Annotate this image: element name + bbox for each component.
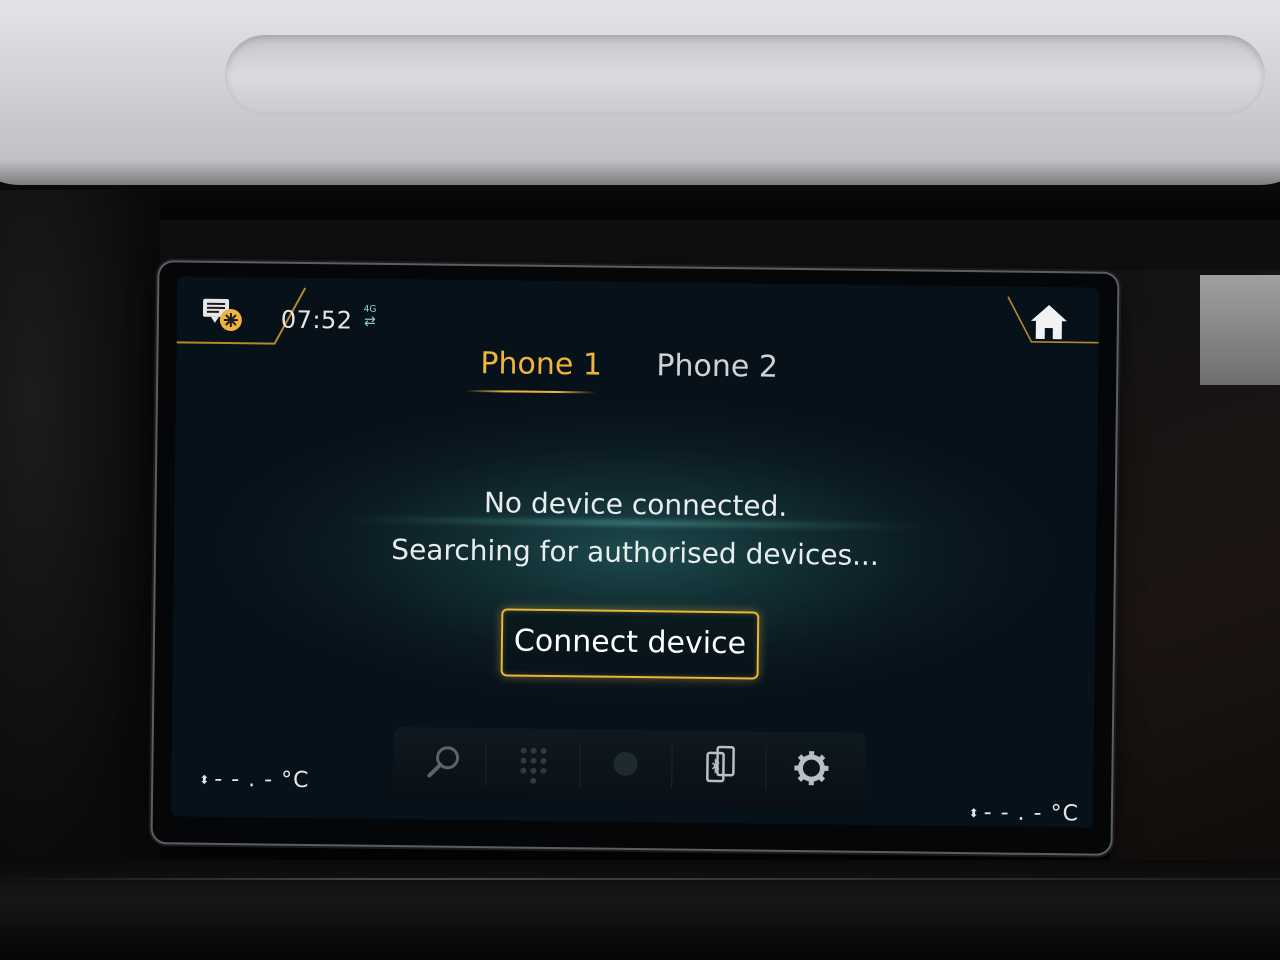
dashboard-lower-edge bbox=[0, 878, 1280, 880]
dashboard-shadow bbox=[0, 160, 1280, 220]
phone-tabs: Phone 1 Phone 2 bbox=[466, 344, 797, 398]
left-temperature[interactable]: ⬍ - - . - °C bbox=[199, 766, 310, 794]
dock-separator bbox=[579, 743, 581, 788]
dock-separator bbox=[671, 744, 673, 789]
interior-left bbox=[0, 190, 160, 890]
side-window bbox=[1200, 275, 1280, 385]
dashboard-trim-recess bbox=[225, 35, 1265, 115]
tab-phone-1[interactable]: Phone 1 bbox=[480, 344, 602, 385]
dashboard-lower bbox=[0, 860, 1280, 960]
temp-adjust-icon: ⬍ bbox=[199, 772, 211, 787]
tab-phone-2[interactable]: Phone 2 bbox=[656, 346, 778, 387]
contacts-icon[interactable] bbox=[599, 740, 652, 793]
car-interior-scene: 07:52 4G ⇄ Phone 1 Phone 2 No device con… bbox=[0, 0, 1280, 960]
message-settings-icon[interactable] bbox=[201, 297, 247, 332]
temp-adjust-icon: ⬍ bbox=[968, 806, 980, 821]
phone-bluetooth-icon[interactable] bbox=[693, 741, 746, 794]
connect-device-button[interactable]: Connect device bbox=[500, 608, 760, 680]
clock: 07:52 bbox=[280, 305, 353, 335]
right-temperature[interactable]: ⬍ - - . - °C bbox=[968, 800, 1080, 827]
search-icon[interactable] bbox=[417, 737, 470, 790]
bottom-dock bbox=[393, 727, 866, 807]
right-temperature-value: - - . - °C bbox=[983, 800, 1080, 827]
left-temperature-value: - - . - °C bbox=[214, 766, 310, 794]
keypad-icon[interactable] bbox=[507, 738, 560, 791]
infotainment-display: 07:52 4G ⇄ Phone 1 Phone 2 No device con… bbox=[152, 262, 1118, 854]
dock-separator bbox=[765, 745, 767, 790]
display-screen: 07:52 4G ⇄ Phone 1 Phone 2 No device con… bbox=[170, 276, 1100, 828]
network-status-icon: 4G ⇄ bbox=[357, 305, 383, 331]
dock-separator bbox=[485, 742, 487, 787]
searching-message: Searching for authorised devices... bbox=[391, 533, 880, 572]
network-arrows: ⇄ bbox=[363, 313, 376, 330]
active-tab-indicator bbox=[466, 389, 597, 394]
home-icon[interactable] bbox=[1029, 303, 1069, 341]
gear-icon[interactable] bbox=[785, 742, 838, 795]
